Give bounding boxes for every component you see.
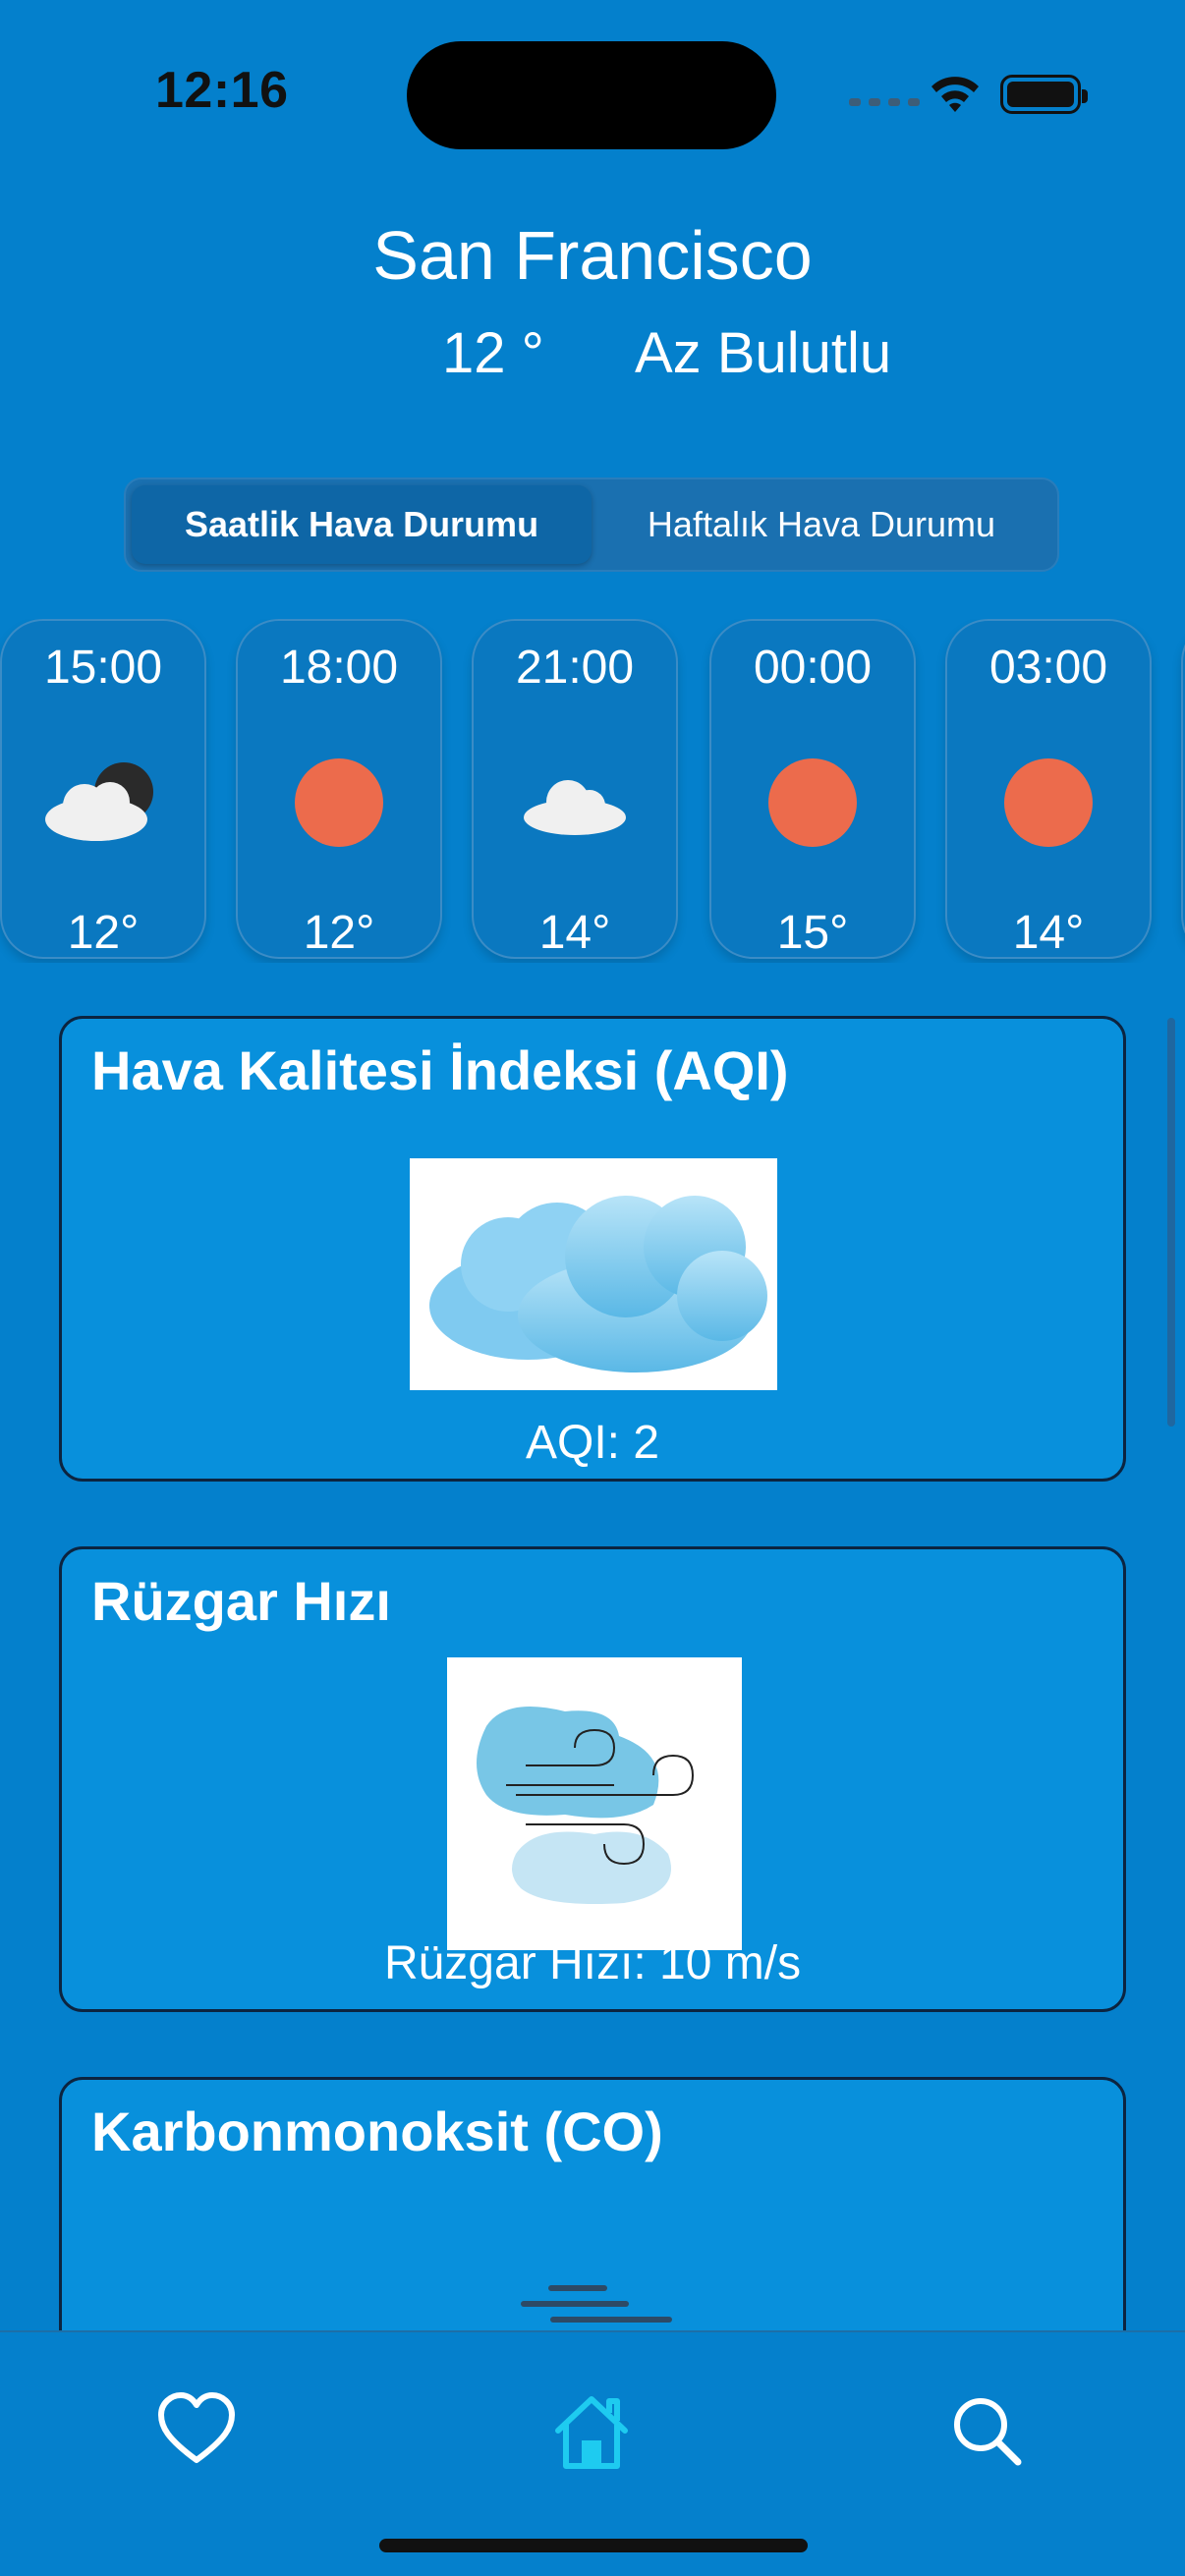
wind-card: Rüzgar Hızı Rüzgar Hızı: 10 m/s [59, 1546, 1126, 2012]
hourly-card[interactable]: 18:00 12° [236, 619, 442, 959]
sun-icon [295, 758, 383, 847]
sun-icon [768, 758, 857, 847]
aqi-value: AQI: 2 [525, 1417, 660, 1469]
aqi-card: Hava Kalitesi İndeksi (AQI) AQI: 2 [59, 1016, 1126, 1482]
current-temperature: 12 ° [442, 321, 544, 385]
hour-time: 21:00 [515, 642, 635, 694]
hourly-card[interactable] [1181, 619, 1185, 959]
wind-value: Rüzgar Hızı: 10 m/s [383, 1937, 802, 1989]
hourly-card[interactable]: 15:00 12° [0, 619, 206, 959]
cloud-icon [524, 780, 626, 835]
cellular-signal-icon [849, 98, 920, 106]
segment-hourly[interactable]: Saatlik Hava Durumu [132, 485, 592, 564]
co-title: Karbonmonoksit (CO) [91, 2100, 663, 2162]
hour-temperature: 14° [538, 907, 611, 959]
battery-icon [1000, 75, 1088, 114]
hourly-card[interactable]: 00:00 15° [709, 619, 916, 959]
hour-time: 18:00 [279, 642, 399, 694]
wifi-icon [931, 77, 979, 112]
hour-temperature: 12° [303, 907, 375, 959]
dynamic-island [407, 41, 776, 149]
wind-lines-icon [521, 2285, 672, 2323]
wind-title: Rüzgar Hızı [91, 1570, 391, 1632]
wind-image [447, 1657, 742, 1950]
hour-temperature: 14° [1012, 907, 1085, 959]
home-icon[interactable] [552, 2391, 631, 2470]
hourly-card[interactable]: 03:00 14° [945, 619, 1152, 959]
hourly-forecast-list[interactable]: 15:00 12° 18:00 12° 21:00 14° 00:00 15° … [0, 619, 1185, 963]
city-name: San Francisco [372, 217, 813, 294]
home-indicator [379, 2539, 808, 2552]
status-time: 12:16 [155, 62, 289, 119]
hour-temperature: 15° [776, 907, 849, 959]
aqi-title: Hava Kalitesi İndeksi (AQI) [91, 1039, 789, 1101]
hour-temperature: 12° [67, 907, 140, 959]
sun-icon [1004, 758, 1093, 847]
hour-time: 03:00 [988, 642, 1108, 694]
cloud-moon-icon [45, 762, 153, 841]
forecast-segmented-control: Saatlik Hava Durumu Haftalık Hava Durumu [124, 477, 1059, 572]
hourly-card[interactable]: 21:00 14° [472, 619, 678, 959]
segment-weekly[interactable]: Haftalık Hava Durumu [592, 485, 1051, 564]
cloud-image [410, 1158, 777, 1390]
hour-time: 15:00 [43, 642, 163, 694]
search-icon[interactable] [947, 2391, 1026, 2470]
current-condition: Az Bulutlu [635, 321, 892, 385]
heart-icon[interactable] [157, 2391, 236, 2470]
hour-time: 00:00 [753, 642, 873, 694]
scroll-indicator[interactable] [1167, 1018, 1175, 1427]
